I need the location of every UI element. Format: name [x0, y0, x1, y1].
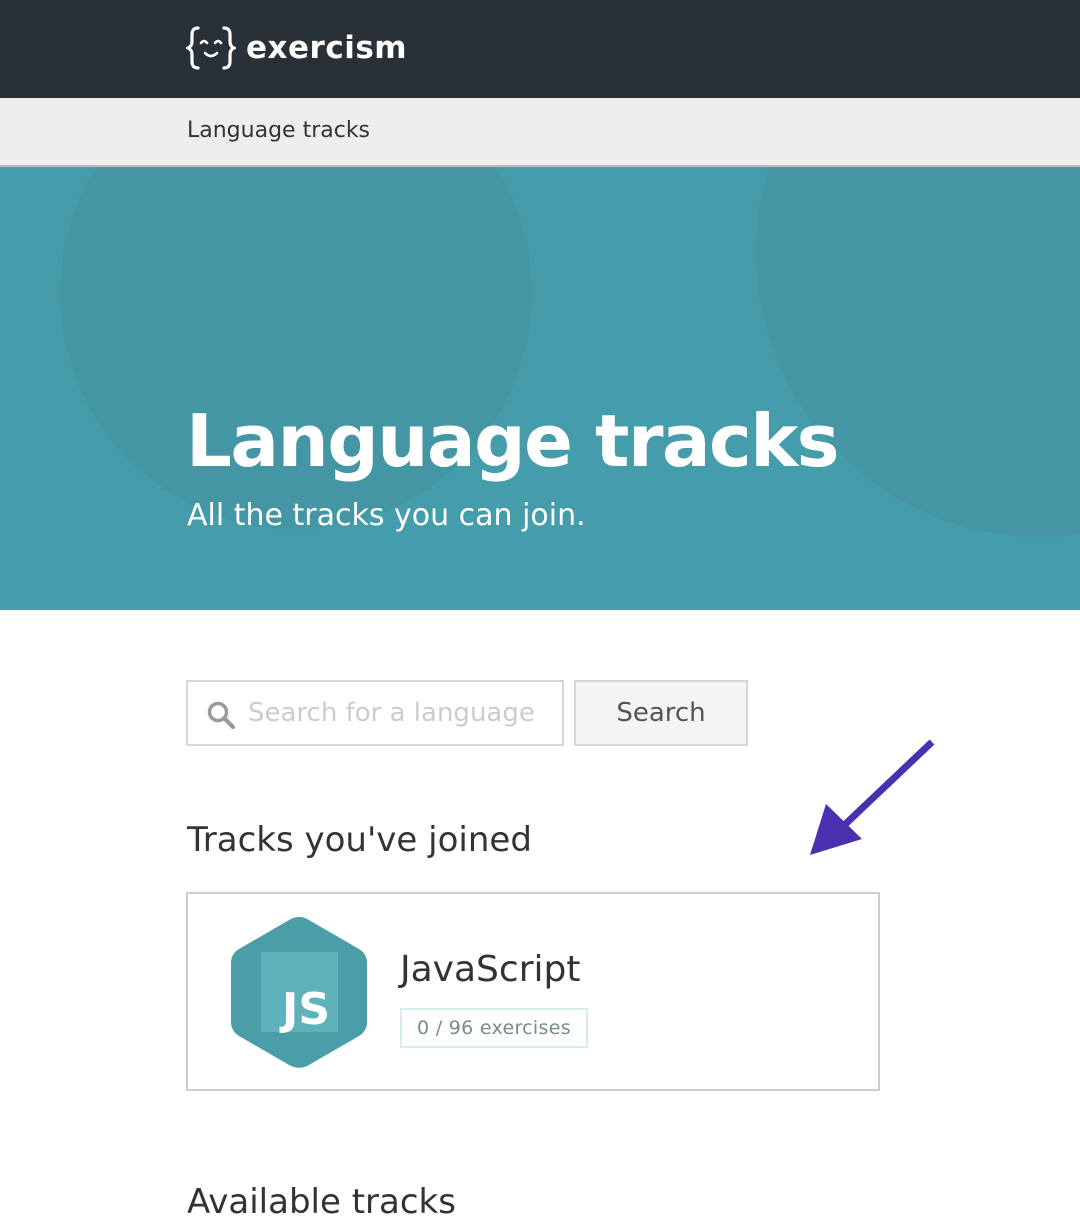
page-title: Language tracks [186, 399, 839, 483]
joined-tracks-heading: Tracks you've joined [187, 820, 532, 860]
javascript-logo-icon: JS [231, 917, 367, 1068]
available-tracks-heading: Available tracks [187, 1182, 456, 1222]
exercism-logo[interactable]: exercism [186, 24, 407, 72]
search-button[interactable]: Search [574, 680, 748, 746]
breadcrumb-link-language-tracks[interactable]: Language tracks [187, 118, 370, 143]
page-subtitle: All the tracks you can join. [187, 498, 586, 533]
annotation-arrow-icon [810, 739, 935, 855]
search-icon [207, 701, 236, 730]
hero-banner: Language tracks All the tracks you can j… [0, 167, 1080, 610]
search-input[interactable] [246, 686, 556, 740]
track-card-javascript[interactable]: JS JavaScript 0 / 96 exercises [186, 892, 880, 1091]
search-field [186, 680, 564, 746]
track-name: JavaScript [400, 949, 581, 990]
top-header: exercism [0, 0, 1080, 98]
logo-text: exercism [246, 30, 408, 66]
curly-braces-face-icon [186, 26, 236, 70]
exercise-count-badge: 0 / 96 exercises [400, 1008, 588, 1048]
breadcrumb: Language tracks [0, 98, 1080, 167]
svg-text:JS: JS [279, 984, 330, 1035]
